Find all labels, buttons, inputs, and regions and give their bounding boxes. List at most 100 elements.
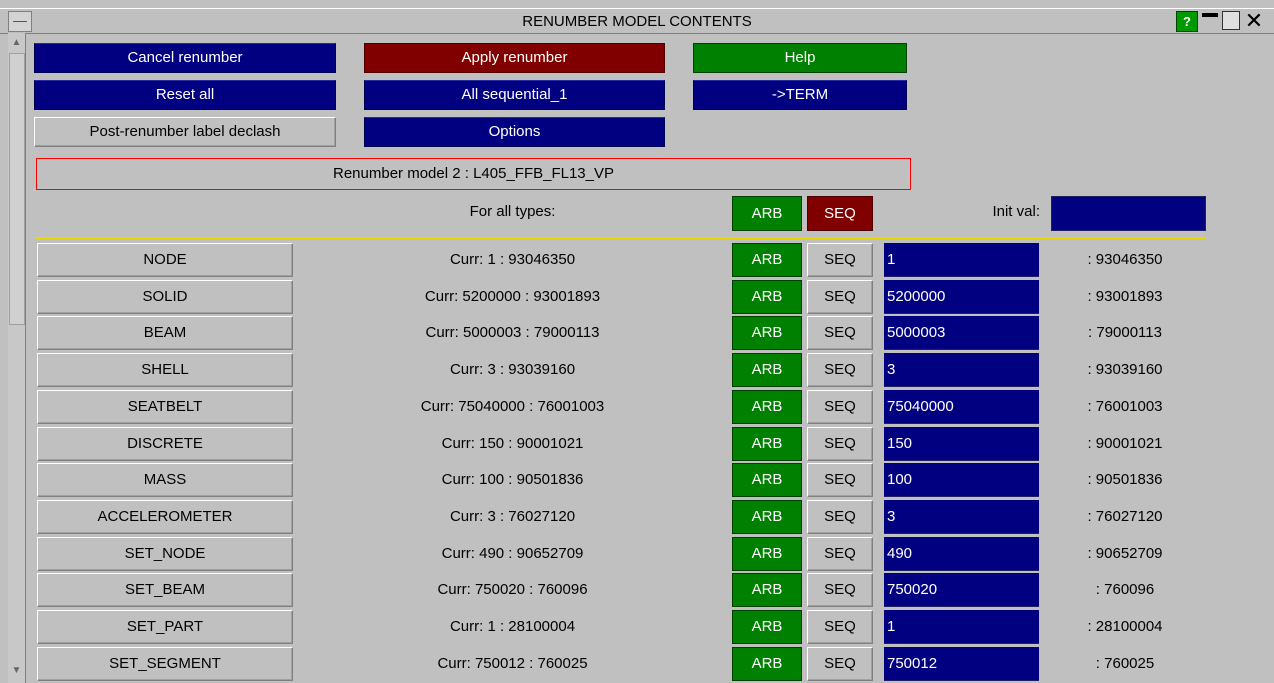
seq-button[interactable]: SEQ (807, 243, 873, 277)
scroll-up-icon[interactable]: ▲ (9, 35, 24, 51)
divider (36, 237, 1206, 239)
table-row: MASS Curr: 100 : 90501836 ARB SEQ 100 : 90501… (0, 461, 1274, 498)
type-name-button[interactable]: SET_SEGMENT (37, 646, 293, 681)
arb-button[interactable]: ARB (732, 243, 802, 277)
type-name-button[interactable]: DISCRETE (37, 426, 293, 461)
cancel-renumber-button[interactable]: Cancel renumber (34, 43, 336, 73)
current-range: Curr: 5200000 : 93001893 (424, 287, 601, 305)
current-range: Curr: 150 : 90001021 (441, 434, 584, 452)
renumber-window: RENUMBER MODEL CONTENTS ? ✕ ▲ ▼ Cancel r… (0, 0, 1274, 683)
current-range: Curr: 750020 : 760096 (437, 581, 588, 599)
start-value-input[interactable]: 750020 (884, 573, 1039, 608)
table-row: SET_NODE Curr: 490 : 90652709 ARB SEQ 490 : 9… (0, 535, 1274, 572)
end-value: : 760025 (1095, 654, 1155, 672)
seq-button[interactable]: SEQ (807, 463, 873, 498)
close-icon[interactable]: ✕ (1243, 10, 1265, 32)
type-name-button[interactable]: SET_NODE (37, 536, 293, 571)
end-value: : 90652709 (1087, 544, 1163, 562)
start-value-input[interactable]: 490 (884, 536, 1039, 571)
seq-button[interactable]: SEQ (807, 536, 873, 571)
start-value-input[interactable]: 1 (884, 610, 1039, 644)
arb-button[interactable]: ARB (732, 279, 802, 314)
start-value-input[interactable]: 3 (884, 499, 1039, 534)
seq-button[interactable]: SEQ (807, 646, 873, 681)
arb-button[interactable]: ARB (732, 426, 802, 461)
end-value: : 76027120 (1087, 507, 1163, 525)
arb-button[interactable]: ARB (732, 463, 802, 498)
end-value: : 76001003 (1087, 397, 1163, 415)
current-range: Curr: 490 : 90652709 (441, 544, 584, 562)
start-value-input[interactable]: 750012 (884, 646, 1039, 681)
type-name-button[interactable]: SET_PART (37, 610, 293, 644)
current-range: Curr: 3 : 93039160 (449, 361, 576, 379)
type-name-button[interactable]: SEATBELT (37, 389, 293, 424)
type-name-button[interactable]: NODE (37, 243, 293, 277)
end-value: : 93039160 (1087, 361, 1163, 379)
model-label: Renumber model 2 : L405_FFB_FL13_VP (36, 158, 911, 190)
type-name-button[interactable]: SHELL (37, 353, 293, 388)
seq-button[interactable]: SEQ (807, 573, 873, 608)
type-name-button[interactable]: BEAM (37, 316, 293, 351)
options-button[interactable]: Options (364, 117, 665, 147)
seq-button[interactable]: SEQ (807, 499, 873, 534)
maximize-icon[interactable] (1222, 11, 1240, 30)
init-val-input[interactable] (1051, 196, 1206, 231)
type-name-button[interactable]: ACCELEROMETER (37, 499, 293, 534)
end-value: : 90501836 (1087, 471, 1163, 489)
arb-button[interactable]: ARB (732, 573, 802, 608)
seq-button[interactable]: SEQ (807, 279, 873, 314)
help-button[interactable]: Help (693, 43, 907, 73)
start-value-input[interactable]: 1 (884, 243, 1039, 277)
init-val-label: Init val: (992, 203, 1040, 220)
type-name-button[interactable]: SOLID (37, 279, 293, 314)
start-value-input[interactable]: 75040000 (884, 389, 1039, 424)
table-row: SET_SEGMENT Curr: 750012 : 760025 ARB SEQ 75… (0, 645, 1274, 682)
end-value: : 28100004 (1087, 618, 1163, 635)
table-row: DISCRETE Curr: 150 : 90001021 ARB SEQ 150: 9… (0, 425, 1274, 462)
type-name-button[interactable]: SET_BEAM (37, 573, 293, 608)
current-range: Curr: 100 : 90501836 (441, 471, 584, 489)
table-row: SHELL Curr: 3 : 93039160 ARB SEQ 3 : 93039160 (0, 351, 1274, 388)
arb-button[interactable]: ARB (732, 610, 802, 644)
seq-button[interactable]: SEQ (807, 353, 873, 388)
reset-all-button[interactable]: Reset all (34, 80, 336, 110)
seq-button[interactable]: SEQ (807, 610, 873, 644)
start-value-input[interactable]: 100 (884, 463, 1039, 498)
end-value: : 93001893 (1087, 287, 1163, 305)
arb-button[interactable]: ARB (732, 316, 802, 351)
term-button[interactable]: ->TERM (693, 80, 907, 110)
current-range: Curr: 3 : 76027120 (449, 507, 576, 525)
current-range: Curr: 1 : 93046350 (449, 251, 576, 268)
arb-button[interactable]: ARB (732, 389, 802, 424)
current-range: Curr: 5000003 : 79000113 (425, 324, 600, 342)
arb-button[interactable]: ARB (732, 536, 802, 571)
arb-button[interactable]: ARB (732, 353, 802, 388)
help-icon[interactable]: ? (1176, 11, 1198, 32)
type-name-button[interactable]: MASS (37, 463, 293, 498)
current-range: Curr: 1 : 28100004 (449, 618, 576, 635)
arb-button[interactable]: ARB (732, 646, 802, 681)
end-value: : 93046350 (1087, 251, 1163, 268)
end-value: : 760096 (1095, 581, 1155, 599)
seq-button[interactable]: SEQ (807, 316, 873, 351)
seq-button[interactable]: SEQ (807, 389, 873, 424)
label-declash-button[interactable]: Post-renumber label declash (34, 117, 336, 147)
table-row: ACCELEROMETER Curr: 3 : 76027120 ARB SEQ 3 : … (0, 498, 1274, 535)
start-value-input[interactable]: 3 (884, 353, 1039, 388)
start-value-input[interactable]: 5000003 (884, 316, 1039, 351)
table-row: NODE Curr: 1 : 93046350 ARB SEQ 1 : 93046350 (0, 241, 1274, 278)
start-value-input[interactable]: 5200000 (884, 279, 1039, 314)
apply-renumber-button[interactable]: Apply renumber (364, 43, 665, 73)
arb-button[interactable]: ARB (732, 499, 802, 534)
current-range: Curr: 750012 : 760025 (437, 654, 588, 672)
all-sequential-button[interactable]: All sequential_1 (364, 80, 665, 110)
seq-button[interactable]: SEQ (807, 426, 873, 461)
all-seq-button[interactable]: SEQ (807, 196, 873, 231)
minimize-icon[interactable] (1200, 11, 1220, 30)
all-arb-button[interactable]: ARB (732, 196, 802, 231)
title-bar: RENUMBER MODEL CONTENTS ? ✕ (0, 8, 1274, 34)
table-row: SOLID Curr: 5200000 : 93001893 ARB SEQ 52000… (0, 278, 1274, 315)
table-row: BEAM Curr: 5000003 : 79000113 ARB SEQ 500000… (0, 314, 1274, 351)
for-all-types-label: For all types: (469, 203, 556, 220)
start-value-input[interactable]: 150 (884, 426, 1039, 461)
